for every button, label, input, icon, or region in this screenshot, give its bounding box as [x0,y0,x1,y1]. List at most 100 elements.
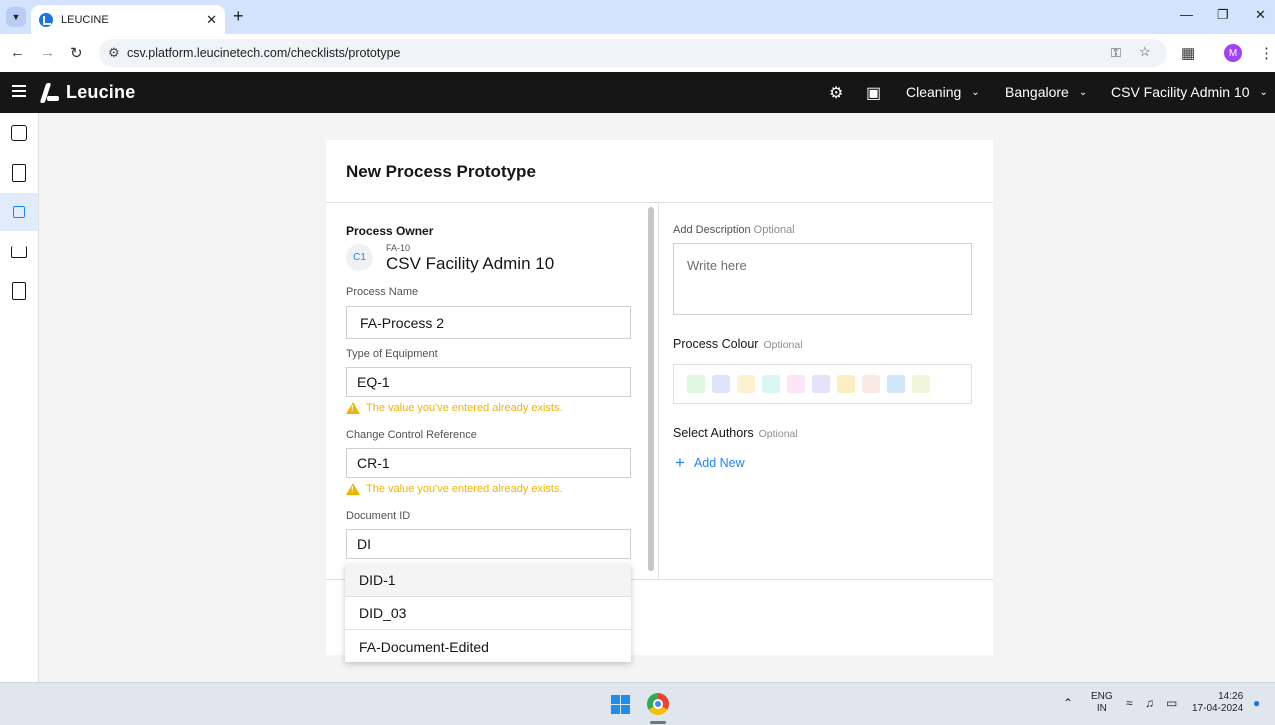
forward-arrow-icon[interactable]: → [40,44,55,61]
url-field[interactable]: ⚙ csv.platform.leucinetech.com/checklist… [99,39,1167,67]
browser-tab-bar: ▼ LEUCINE ✕ + — ❐ ✕ [0,0,1275,34]
sidebar [0,113,39,682]
colour-swatch[interactable] [837,375,855,393]
sidebar-item-checklists[interactable] [0,154,38,192]
prototype-icon [13,206,25,218]
brand-name: Leucine [66,82,136,102]
reload-icon[interactable]: ↻ [70,44,83,62]
os-taskbar: ⌃ ENG IN ≈ ♫ ▭ 14:26 17-04-2024 ● [0,682,1275,725]
description-placeholder: Write here [687,258,747,273]
colour-swatch[interactable] [687,375,705,393]
new-tab-icon[interactable]: + [233,6,244,27]
leucine-logo-icon [40,83,60,103]
browser-menu-icon[interactable]: ⋮ [1259,44,1274,62]
checklist-icon [12,164,26,182]
profile-avatar[interactable]: M [1224,44,1242,62]
colour-swatch[interactable] [787,375,805,393]
dropdown-option[interactable]: DID-1 [345,564,631,597]
colour-swatch[interactable] [737,375,755,393]
bookmark-star-icon[interactable]: ☆ [1139,44,1151,60]
process-owner-label: Process Owner [346,224,434,238]
clock-date: 17-04-2024 [1192,703,1244,714]
dropdown-option[interactable]: FA-Document-Edited [345,630,631,663]
sidebar-item-prototypes[interactable] [0,193,38,231]
document-id-input[interactable]: DI [346,529,631,559]
left-column-scrollbar[interactable] [648,207,654,571]
tab-title: LEUCINE [61,13,109,26]
colour-swatch[interactable] [762,375,780,393]
process-name-label: Process Name [346,286,419,298]
volume-icon[interactable]: ♫ [1145,696,1154,710]
authors-label: Select Authors Optional [673,426,798,440]
tab-search-button[interactable]: ▼ [6,7,26,27]
colour-picker [673,364,972,404]
plus-icon: + [675,453,685,472]
ccr-warning: The value you've entered already exists. [346,483,563,495]
equipment-warning: The value you've entered already exists. [346,402,563,414]
app-header: Leucine ⚙ ▣ Cleaning ⌄ Bangalore ⌄ CSV F… [0,72,1275,113]
colour-optional: Optional [763,339,803,351]
warning-icon [346,483,360,495]
colour-swatch[interactable] [862,375,880,393]
facility-dropdown[interactable]: Bangalore ⌄ [1005,84,1087,100]
password-key-icon[interactable]: ⚿ [1111,45,1121,61]
document-id-dropdown: DID-1 DID_03 FA-Document-Edited [345,564,631,662]
menu-icon[interactable] [12,85,26,97]
description-optional: Optional [753,224,795,236]
restore-icon[interactable]: ❐ [1217,7,1229,23]
close-icon[interactable]: ✕ [206,12,217,28]
back-arrow-icon[interactable]: ← [10,44,25,61]
language-top: ENG [1091,691,1113,702]
colour-swatch[interactable] [912,375,930,393]
facility-label: Bangalore [1005,84,1069,100]
clock[interactable]: 14:26 17-04-2024 [1192,691,1243,715]
browser-tab[interactable]: LEUCINE ✕ [31,5,225,34]
sidebar-item-inbox[interactable] [0,114,38,152]
calculator-icon [12,282,26,300]
language-indicator[interactable]: ENG IN [1091,691,1113,715]
site-info-icon[interactable]: ⚙ [108,45,120,61]
address-bar: ← → ↻ ⚙ csv.platform.leucinetech.com/che… [0,34,1275,72]
description-textarea[interactable]: Write here [673,243,972,315]
chevron-down-icon: ⌄ [971,86,980,98]
extensions-icon[interactable]: ▦ [1181,44,1195,62]
column-divider [658,203,659,579]
wifi-icon[interactable]: ≈ [1126,696,1133,710]
use-case-dropdown[interactable]: Cleaning ⌄ [906,84,980,100]
scan-icon[interactable]: ▣ [866,83,881,103]
add-new-label: Add New [693,455,745,470]
user-dropdown[interactable]: CSV Facility Admin 10 ⌄ [1111,84,1268,100]
settings-gear-icon[interactable]: ⚙ [829,83,843,103]
user-name: CSV Facility Admin 10 [1111,84,1250,100]
windows-start-icon[interactable] [611,695,630,714]
page-title: New Process Prototype [346,162,536,181]
colour-label: Process Colour Optional [673,337,803,351]
window-close-icon[interactable]: ✕ [1255,7,1266,23]
leucine-logo[interactable]: Leucine [40,82,135,103]
chevron-down-icon: ▼ [11,12,21,22]
authors-label-text: Select Authors [673,426,754,440]
chevron-down-icon: ⌄ [1259,86,1268,98]
sidebar-item-reports[interactable] [0,272,38,310]
notification-bell-icon[interactable]: ● [1253,696,1260,710]
colour-swatch[interactable] [812,375,830,393]
equipment-input[interactable]: EQ-1 [346,367,631,397]
minimize-icon[interactable]: — [1180,7,1193,22]
ccr-input[interactable]: CR-1 [346,448,631,478]
ccr-label: Change Control Reference [346,429,477,441]
chevron-up-icon[interactable]: ⌃ [1063,696,1073,710]
warning-icon [346,402,360,414]
owner-name: CSV Facility Admin 10 [386,254,555,273]
chrome-icon[interactable] [647,693,669,715]
dropdown-option[interactable]: DID_03 [345,597,631,630]
battery-icon[interactable]: ▭ [1166,696,1177,710]
owner-avatar: C1 [346,244,373,271]
colour-swatch[interactable] [712,375,730,393]
process-name-input[interactable]: FA-Process 2 [346,306,631,339]
add-author-button[interactable]: + Add New [675,454,745,471]
sidebar-item-ontology[interactable] [0,233,38,271]
hierarchy-icon [11,246,27,258]
equipment-label: Type of Equipment [346,348,438,360]
form-header: New Process Prototype [326,140,993,203]
colour-swatch[interactable] [887,375,905,393]
